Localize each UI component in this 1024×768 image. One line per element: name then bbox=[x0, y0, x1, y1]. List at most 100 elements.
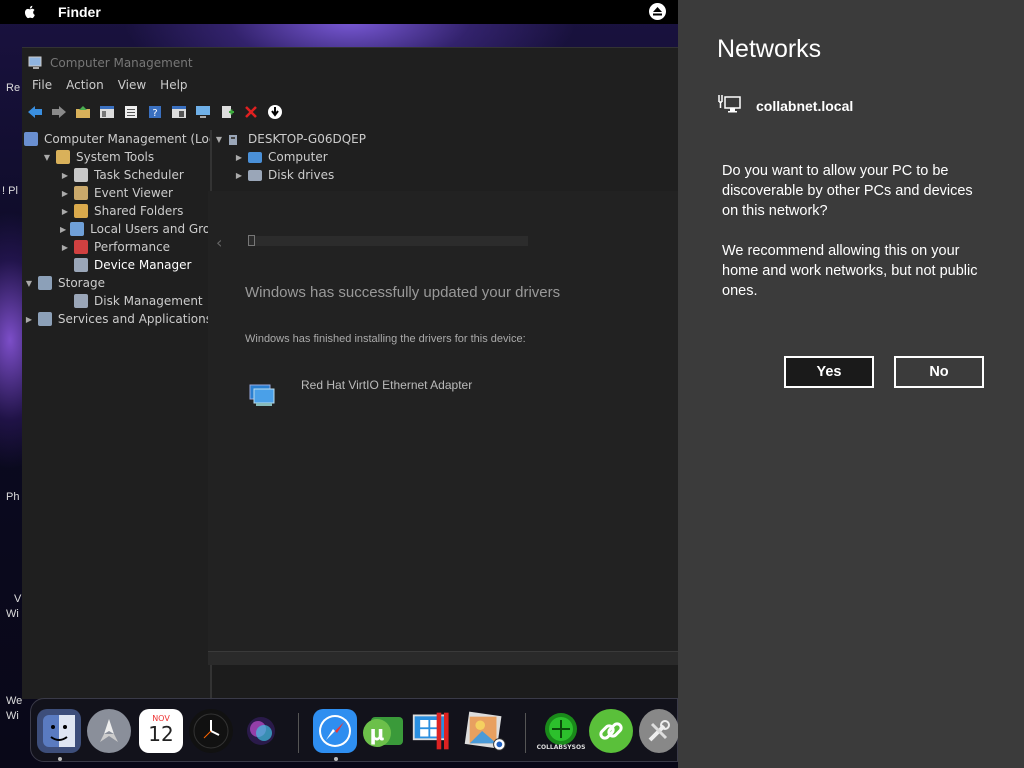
tree-item[interactable]: ▶ Performance bbox=[24, 238, 212, 256]
tree-item[interactable]: Device Manager bbox=[24, 256, 212, 274]
photo-app-dock-icon[interactable] bbox=[463, 709, 507, 753]
device-root-label: DESKTOP-G06DQEP bbox=[248, 132, 366, 146]
link-dock-icon[interactable] bbox=[589, 709, 633, 753]
menu-file[interactable]: File bbox=[32, 78, 52, 98]
tree-node-icon bbox=[74, 186, 88, 200]
console-tree: Computer Management (Local ▼ System Tools ▶… bbox=[24, 130, 212, 700]
tree-item-label: Storage bbox=[58, 276, 105, 290]
dock: NOV 12 μ COLLABSYSOS bbox=[30, 698, 679, 762]
properties-icon[interactable] bbox=[122, 103, 140, 121]
desktop-icon-label[interactable]: ! Pl bbox=[2, 185, 24, 197]
help-icon[interactable]: ? bbox=[146, 103, 164, 121]
expand-arrow-icon[interactable]: ▶ bbox=[24, 315, 34, 324]
utorrent-dock-icon[interactable]: μ bbox=[361, 709, 405, 753]
dialog-heading: Windows has successfully updated your dr… bbox=[245, 284, 561, 301]
horizontal-scrollbar[interactable] bbox=[208, 651, 678, 665]
tree-item[interactable]: ▶ Services and Applications bbox=[24, 310, 212, 328]
active-app-name[interactable]: Finder bbox=[58, 4, 101, 20]
tree-node-icon bbox=[74, 294, 88, 308]
tree-item-label: Task Scheduler bbox=[94, 168, 184, 182]
collabsysos-dock-icon[interactable]: COLLABSYSOS bbox=[536, 709, 586, 753]
clock-dock-icon[interactable] bbox=[189, 709, 233, 753]
tree-item[interactable]: ▶ Shared Folders bbox=[24, 202, 212, 220]
launchpad-dock-icon[interactable] bbox=[87, 709, 131, 753]
tree-item[interactable]: Disk Management bbox=[24, 292, 212, 310]
menu-help[interactable]: Help bbox=[160, 78, 187, 98]
expand-arrow-icon[interactable]: ▶ bbox=[60, 225, 66, 234]
tree-item[interactable]: ▶ Task Scheduler bbox=[24, 166, 212, 184]
menu-view[interactable]: View bbox=[118, 78, 146, 98]
tree-node-icon bbox=[38, 276, 52, 290]
device-small-icon bbox=[248, 235, 255, 246]
collapse-arrow-icon[interactable]: ▼ bbox=[24, 279, 34, 288]
device-category-row[interactable]: ▶ Disk drives bbox=[214, 166, 678, 184]
device-category-label: Computer bbox=[268, 150, 328, 164]
device-category-row[interactable]: ▶ Computer bbox=[214, 148, 678, 166]
calendar-dock-icon[interactable]: NOV 12 bbox=[139, 709, 183, 753]
up-folder-icon[interactable] bbox=[74, 103, 92, 121]
recommendation-text: We recommend allowing this on your home … bbox=[722, 243, 978, 299]
network-name[interactable]: collabnet.local bbox=[756, 98, 853, 114]
forward-arrow-icon[interactable] bbox=[50, 103, 68, 121]
tree-item[interactable]: ▼ System Tools bbox=[24, 148, 212, 166]
eject-icon[interactable] bbox=[649, 3, 666, 20]
window-title-bar[interactable]: Computer Management bbox=[22, 48, 678, 78]
tree-item[interactable]: ▶ Event Viewer bbox=[24, 184, 212, 202]
tree-item-label: Performance bbox=[94, 240, 171, 254]
device-root-row[interactable]: ▼ DESKTOP-G06DQEP bbox=[214, 130, 678, 148]
svg-text:μ: μ bbox=[370, 721, 385, 745]
desktop-icon-label[interactable]: Wi bbox=[6, 710, 28, 722]
safari-dock-icon[interactable] bbox=[313, 709, 357, 753]
tree-node-icon bbox=[24, 132, 38, 146]
finder-dock-icon[interactable] bbox=[37, 709, 81, 753]
menu-action[interactable]: Action bbox=[66, 78, 104, 98]
uninstall-device-icon[interactable] bbox=[242, 103, 260, 121]
windows-vm-dock-icon[interactable] bbox=[411, 709, 455, 753]
back-arrow-icon[interactable] bbox=[26, 103, 44, 121]
tree-node-icon bbox=[74, 240, 88, 254]
computer-management-icon bbox=[28, 56, 42, 69]
dock-separator bbox=[525, 713, 526, 753]
show-hide-pane-icon[interactable] bbox=[170, 103, 188, 121]
expand-arrow-icon[interactable]: ▶ bbox=[234, 153, 244, 162]
apple-icon[interactable] bbox=[22, 4, 38, 20]
panel-title: Networks bbox=[717, 35, 822, 63]
tree-item[interactable]: ▼ Storage bbox=[24, 274, 212, 292]
utilities-dock-icon[interactable] bbox=[639, 709, 679, 753]
network-adapter-icon bbox=[249, 384, 275, 406]
back-chevron-icon[interactable]: ‹ bbox=[216, 233, 222, 252]
tree-node-icon bbox=[74, 258, 88, 272]
update-driver-icon[interactable] bbox=[218, 103, 236, 121]
tree-item[interactable]: Computer Management (Local bbox=[24, 130, 212, 148]
dialog-subtext: Windows has finished installing the driv… bbox=[245, 333, 526, 345]
collab-label: COLLABSYSOS bbox=[536, 743, 586, 751]
expand-arrow-icon[interactable]: ▶ bbox=[60, 171, 70, 180]
download-icon[interactable] bbox=[266, 103, 284, 121]
tree-item[interactable]: ▶ Local Users and Groups bbox=[24, 220, 212, 238]
tree-item-label: Services and Applications bbox=[57, 312, 212, 326]
scan-hardware-icon[interactable] bbox=[194, 103, 212, 121]
expand-arrow-icon[interactable]: ▶ bbox=[60, 189, 70, 198]
yes-button[interactable]: Yes bbox=[784, 356, 874, 388]
tree-item-label: Computer Management (Local bbox=[44, 132, 212, 146]
tree-node-icon bbox=[74, 204, 88, 218]
running-indicator bbox=[58, 757, 62, 761]
expand-arrow-icon[interactable]: ▶ bbox=[60, 207, 70, 216]
collapse-arrow-icon[interactable]: ▼ bbox=[42, 153, 52, 162]
console-tree-icon[interactable] bbox=[98, 103, 116, 121]
expand-arrow-icon[interactable]: ▶ bbox=[234, 171, 244, 180]
device-category-label: Disk drives bbox=[268, 168, 335, 182]
collapse-arrow-icon[interactable]: ▼ bbox=[214, 135, 224, 144]
tree-node-icon bbox=[74, 168, 88, 182]
dialog-breadcrumb bbox=[248, 236, 528, 246]
no-button[interactable]: No bbox=[894, 356, 984, 388]
device-name: Red Hat VirtIO Ethernet Adapter bbox=[301, 378, 473, 392]
running-indicator bbox=[334, 757, 338, 761]
expand-arrow-icon[interactable]: ▶ bbox=[60, 243, 70, 252]
tree-item-label: Event Viewer bbox=[94, 186, 173, 200]
tree-item-label: Disk Management bbox=[94, 294, 203, 308]
tree-node-icon bbox=[37, 312, 52, 326]
tree-item-label: Shared Folders bbox=[94, 204, 184, 218]
window-menu: File Action View Help bbox=[22, 78, 192, 98]
siri-dock-icon[interactable] bbox=[239, 709, 283, 753]
